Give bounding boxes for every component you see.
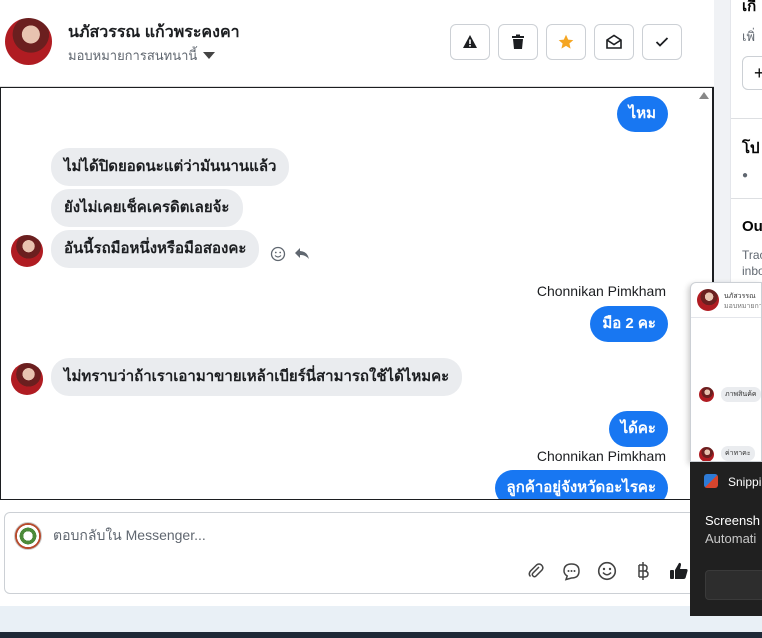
trash-icon [512, 34, 524, 49]
sender-name: Chonnikan Pimkham [536, 448, 666, 464]
message-bubble-outgoing[interactable]: ลูกค้าอยู่จังหวัดอะไรคะ [494, 470, 668, 499]
message-bubble-incoming[interactable]: อันนี้รถมือหนึ่งหรือมือสองคะ [51, 230, 260, 268]
mark-unread-button[interactable] [594, 24, 634, 60]
popup-message: ภาพสินค้ค [721, 387, 761, 402]
message-bubble-incoming[interactable]: ไม่ได้ปิดยอดนะแต่ว่ามันนานแล้ว [51, 148, 290, 186]
hat-icon: ● [742, 170, 749, 181]
message-bubble-incoming[interactable]: ไม่ทราบว่าถ้าเราเอามาขายเหล้าเบียร์นี่สา… [51, 358, 463, 396]
paperclip-icon[interactable] [525, 560, 547, 582]
toast-title: Screensh [705, 513, 760, 528]
check-icon [655, 37, 669, 47]
popup-avatar [697, 289, 719, 311]
page-avatar [14, 522, 42, 550]
thumbs-up-icon[interactable] [668, 560, 690, 582]
contact-avatar-small [11, 363, 43, 395]
toast-subtitle: Automati [705, 531, 757, 546]
sender-name: Chonnikan Pimkham [536, 283, 666, 299]
contact-avatar[interactable] [5, 18, 52, 65]
warning-icon [463, 35, 477, 48]
message-bubble-outgoing[interactable]: ได้คะ [608, 411, 668, 447]
contact-avatar-small [11, 235, 43, 267]
caret-down-icon [203, 52, 216, 59]
panel-heading-profile: โป [742, 140, 760, 157]
chat-preview-popup[interactable]: นภัสวรรณ มอบหมายกา ภาพสินค้ค ค่าทาคะ [690, 282, 762, 462]
popup-message: ค่าทาคะ [721, 446, 755, 461]
message-bubble-incoming[interactable]: ยังไม่เคยเช็คเครดิตเลยจ้ะ [51, 189, 243, 227]
popup-msg-avatar [699, 387, 714, 402]
toast-action-button[interactable] [705, 570, 762, 600]
panel-heading-outcome: Ou [742, 218, 762, 235]
panel-divider [731, 198, 762, 199]
emoji-icon[interactable] [596, 560, 618, 582]
popup-msg-avatar [699, 447, 714, 461]
spam-button[interactable] [450, 24, 490, 60]
page-footer-strip [0, 606, 762, 632]
star-icon [558, 34, 574, 49]
popup-assign-text: มอบหมายกา [724, 303, 762, 310]
assign-conversation-dropdown[interactable]: มอบหมายการสนทนานี้ [68, 45, 216, 66]
message-bubble-outgoing[interactable]: มือ 2 คะ [590, 306, 668, 342]
envelope-open-icon [606, 34, 622, 49]
done-button[interactable] [642, 24, 682, 60]
message-thread[interactable]: ไหม ไม่ได้ปิดยอดนะแต่ว่ามันนานแล้ว ยังไม… [0, 87, 714, 500]
contact-name[interactable]: นภัสวรรณ แก้วพระคงคา [68, 20, 240, 45]
snipping-tool-icon [704, 474, 718, 488]
saved-reply-icon[interactable] [560, 560, 582, 582]
baht-icon[interactable] [632, 560, 654, 582]
add-tag-button[interactable]: + [742, 56, 762, 90]
conversation-header: นภัสวรรณ แก้วพระคงคา มอบหมายการสนทนานี้ [0, 0, 714, 87]
star-button[interactable] [546, 24, 586, 60]
toast-app-name: Snippi [728, 475, 762, 489]
panel-add-hint: เพิ่ [742, 29, 756, 44]
delete-button[interactable] [498, 24, 538, 60]
panel-divider [731, 118, 762, 119]
reply-composer [4, 512, 716, 594]
message-bubble-outgoing[interactable]: ไหม [616, 96, 668, 132]
scroll-up-arrow-icon[interactable] [699, 92, 709, 99]
reply-input[interactable] [53, 527, 653, 543]
panel-track-text: Trac [742, 248, 762, 262]
popup-divider [691, 317, 761, 318]
reply-arrow-icon[interactable] [294, 247, 310, 261]
os-taskbar [0, 632, 762, 638]
react-emoji-icon[interactable] [270, 246, 286, 262]
snipping-tool-notification[interactable]: Snippi Screensh Automati [690, 462, 762, 616]
panel-inbox-text: inbo [742, 264, 762, 278]
panel-heading-tag: เกี [742, 0, 757, 15]
assign-label: มอบหมายการสนทนานี้ [68, 48, 198, 63]
